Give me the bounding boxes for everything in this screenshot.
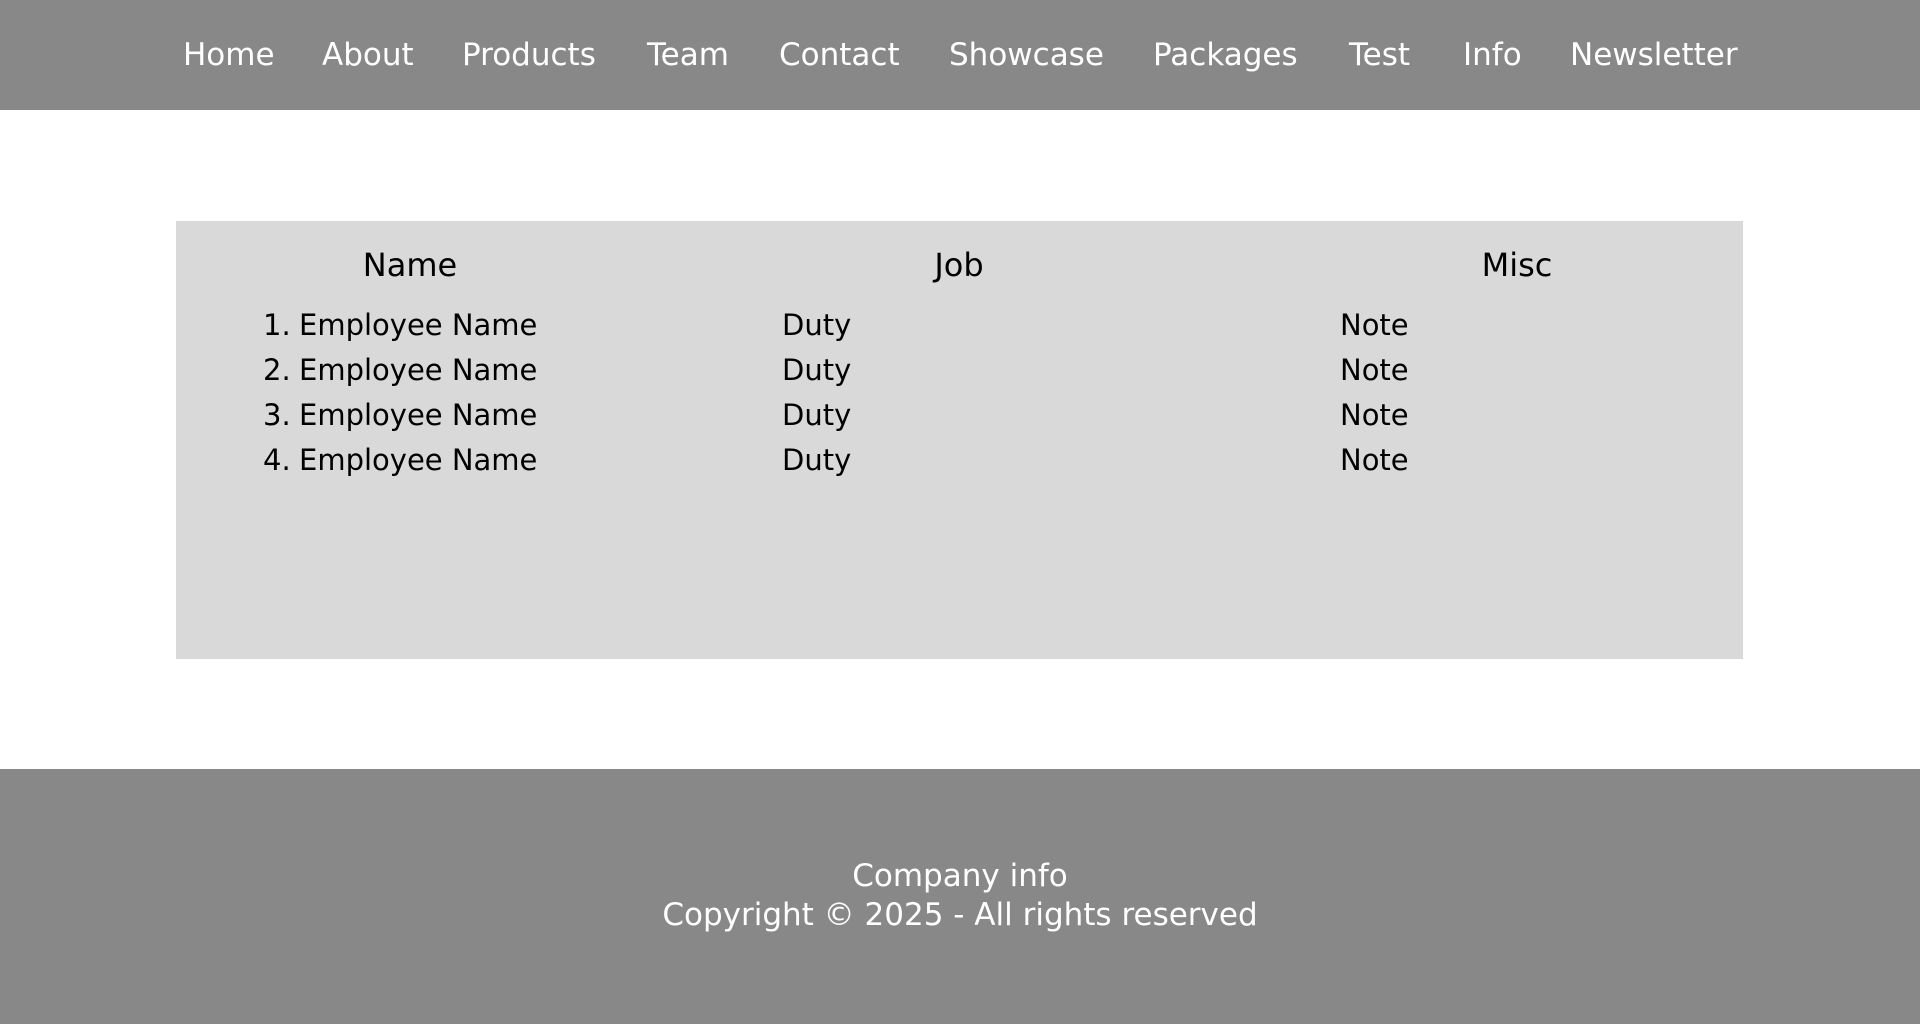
- employee-note: Note: [1340, 353, 1409, 387]
- row-number: 4.: [263, 443, 291, 477]
- row-number: 3.: [263, 398, 291, 432]
- nav-contact-link[interactable]: Contact: [779, 0, 900, 110]
- employee-duty: Duty: [782, 443, 852, 477]
- employee-duty: Duty: [782, 398, 852, 432]
- employee-duty: Duty: [782, 308, 852, 342]
- team-table-panel: [176, 221, 1743, 659]
- nav-about-link[interactable]: About: [322, 0, 414, 110]
- employee-note: Note: [1340, 443, 1409, 477]
- employee-name: Employee Name: [299, 443, 538, 477]
- nav-info-link[interactable]: Info: [1463, 0, 1522, 110]
- nav-showcase-link[interactable]: Showcase: [949, 0, 1104, 110]
- nav-team-link[interactable]: Team: [647, 0, 729, 110]
- employee-name: Employee Name: [299, 398, 538, 432]
- nav-home-link[interactable]: Home: [183, 0, 275, 110]
- nav-products-link[interactable]: Products: [462, 0, 596, 110]
- nav-newsletter-link[interactable]: Newsletter: [1570, 0, 1738, 110]
- column-header-job: Job: [934, 246, 984, 284]
- column-header-name: Name: [362, 246, 458, 284]
- column-header-misc: Misc: [1481, 246, 1553, 284]
- employee-name: Employee Name: [299, 308, 538, 342]
- nav-packages-link[interactable]: Packages: [1153, 0, 1298, 110]
- row-number: 2.: [263, 353, 291, 387]
- page-footer: Company info Copyright © 2025 - All righ…: [0, 769, 1920, 1024]
- nav-test-link[interactable]: Test: [1349, 0, 1410, 110]
- employee-duty: Duty: [782, 353, 852, 387]
- top-nav: Home About Products Team Contact Showcas…: [0, 0, 1920, 110]
- employee-name: Employee Name: [299, 353, 538, 387]
- row-number: 1.: [263, 308, 291, 342]
- employee-note: Note: [1340, 308, 1409, 342]
- footer-company-info: Company info: [852, 858, 1068, 894]
- footer-copyright: Copyright © 2025 - All rights reserved: [662, 897, 1258, 933]
- employee-note: Note: [1340, 398, 1409, 432]
